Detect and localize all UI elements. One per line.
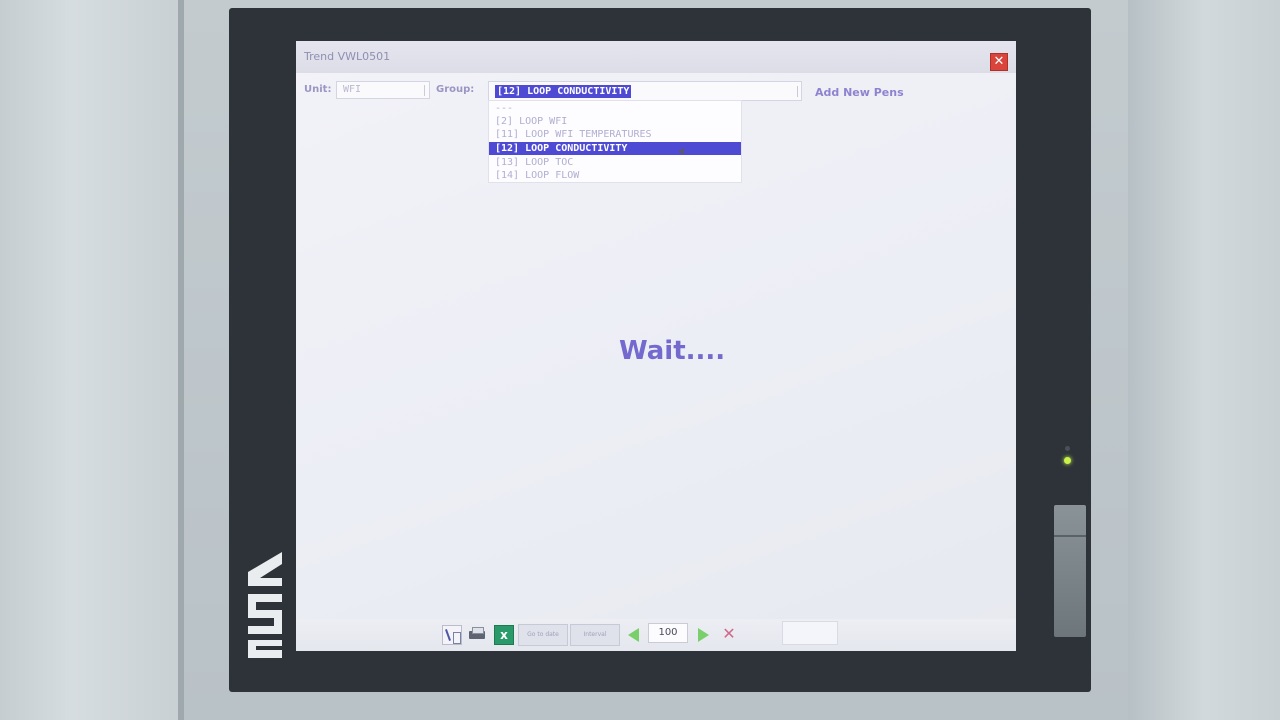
arrow-right-icon[interactable] — [698, 628, 709, 642]
hmi-screen: Trend VWL0501 ✕ Unit: WFI Group: [12] LO… — [296, 41, 1016, 651]
dropdown-option-loop-wfi[interactable]: [2] LOOP WFI — [489, 115, 741, 128]
wall-left — [0, 0, 180, 720]
group-dropdown-list: --- [2] LOOP WFI [11] LOOP WFI TEMPERATU… — [488, 100, 742, 183]
group-select-value: [12] LOOP CONDUCTIVITY — [495, 85, 632, 98]
dropdown-option-loop-flow[interactable]: [14] LOOP FLOW — [489, 169, 741, 182]
unit-select[interactable]: WFI — [336, 81, 430, 99]
usb-slot-cover — [1054, 505, 1086, 637]
indicator-led-off — [1065, 446, 1070, 451]
dropdown-option-loop-conductivity[interactable]: [12] LOOP CONDUCTIVITY — [489, 142, 741, 155]
loading-message: Wait.... — [619, 336, 726, 366]
interval-button[interactable]: Interval — [570, 624, 620, 646]
chevron-down-icon — [797, 86, 798, 97]
power-led — [1064, 457, 1071, 464]
wall-right — [1128, 0, 1280, 720]
dropdown-option-loop-toc[interactable]: [13] LOOP TOC — [489, 156, 741, 169]
window-titlebar: Trend VWL0501 ✕ — [296, 41, 1016, 73]
bottom-toolbar: x Go to date Interval 100 ✕ — [296, 619, 1016, 651]
cancel-icon[interactable]: ✕ — [720, 625, 738, 643]
toolbar-blank-button[interactable] — [782, 621, 838, 645]
close-button[interactable]: ✕ — [990, 53, 1008, 71]
unit-label: Unit: — [304, 84, 332, 95]
pen-settings-icon[interactable] — [442, 625, 462, 645]
go-to-date-button[interactable]: Go to date — [518, 624, 568, 646]
window-title: Trend VWL0501 — [304, 50, 391, 63]
dropdown-option-loop-wfi-temperatures[interactable]: [11] LOOP WFI TEMPERATURES — [489, 128, 741, 141]
group-select[interactable]: [12] LOOP CONDUCTIVITY — [488, 81, 802, 101]
excel-export-icon[interactable]: x — [494, 625, 514, 645]
arrow-left-icon[interactable] — [628, 628, 639, 642]
group-label: Group: — [436, 84, 475, 95]
zoom-input[interactable]: 100 — [648, 623, 688, 643]
add-new-pens-link[interactable]: Add New Pens — [815, 86, 904, 99]
close-icon: ✕ — [993, 54, 1005, 69]
dropdown-option-none[interactable]: --- — [489, 102, 741, 115]
manufacturer-logo — [248, 552, 282, 658]
print-icon[interactable] — [467, 625, 487, 645]
